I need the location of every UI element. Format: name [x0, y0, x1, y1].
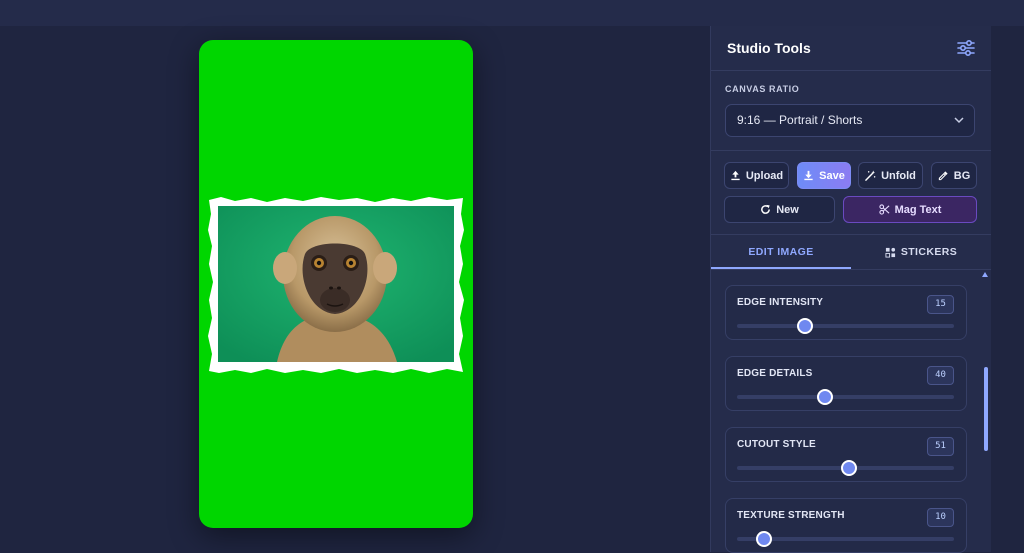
slider-value-field[interactable]: 10	[927, 508, 954, 527]
bg-button[interactable]: BG	[931, 162, 977, 189]
upload-icon	[731, 170, 740, 181]
slider-track[interactable]	[737, 531, 954, 547]
torn-paper-photo-icon	[208, 197, 464, 373]
design-canvas[interactable]	[199, 40, 473, 528]
slider-label: EDGE INTENSITY	[737, 297, 824, 308]
eyedropper-icon	[938, 171, 948, 181]
slider-value-field[interactable]: 51	[927, 437, 954, 456]
tab-stickers[interactable]: STICKERS	[851, 235, 991, 269]
mag-text-button[interactable]: Mag Text	[843, 196, 977, 223]
slider-label: TEXTURE STRENGTH	[737, 510, 845, 521]
slider-track[interactable]	[737, 389, 954, 405]
panel-scrollbar[interactable]	[984, 367, 988, 451]
slider-thumb[interactable]	[840, 460, 857, 476]
panel-header: Studio Tools	[711, 26, 991, 71]
divider	[711, 269, 991, 270]
shapes-icon	[885, 247, 895, 258]
scroll-up-arrow-icon[interactable]	[982, 272, 988, 277]
slider-card: EDGE INTENSITY 15	[725, 285, 967, 340]
slider-value-field[interactable]: 15	[927, 295, 954, 314]
slider-track[interactable]	[737, 318, 954, 334]
canvas-ratio-label: CANVAS RATIO	[725, 84, 800, 94]
new-button[interactable]: New	[724, 196, 835, 223]
magic-wand-icon	[865, 170, 876, 181]
slider-label: CUTOUT STYLE	[737, 439, 816, 450]
unfold-button[interactable]: Unfold	[858, 162, 923, 189]
chevron-down-icon	[954, 117, 964, 124]
canvas-ratio-select[interactable]: 9:16 — Portrait / Shorts	[725, 104, 975, 137]
slider-card: TEXTURE STRENGTH 10	[725, 498, 967, 553]
canvas-ratio-value: 9:16 — Portrait / Shorts	[737, 113, 863, 127]
divider	[711, 150, 991, 151]
monkey-photo[interactable]	[207, 196, 465, 374]
slider-thumb[interactable]	[816, 389, 833, 405]
slider-label: EDGE DETAILS	[737, 368, 813, 379]
studio-tools-panel: Studio Tools CANVAS RATIO 9:16 — Portrai…	[710, 26, 991, 553]
slider-card: CUTOUT STYLE 51	[725, 427, 967, 482]
sliders-icon[interactable]	[956, 39, 976, 57]
slider-track[interactable]	[737, 460, 954, 476]
slider-thumb[interactable]	[797, 318, 814, 334]
right-gutter	[990, 26, 1024, 552]
panel-title: Studio Tools	[727, 40, 811, 56]
refresh-icon	[761, 204, 771, 214]
upload-button[interactable]: Upload	[724, 162, 789, 189]
download-icon	[804, 170, 813, 181]
top-bar	[0, 0, 1024, 26]
slider-value-field[interactable]: 40	[927, 366, 954, 385]
scissors-icon	[878, 204, 890, 215]
save-button[interactable]: Save	[797, 162, 851, 189]
slider-card: EDGE DETAILS 40	[725, 356, 967, 411]
tab-edit-image[interactable]: EDIT IMAGE	[711, 235, 851, 269]
slider-thumb[interactable]	[756, 531, 773, 547]
